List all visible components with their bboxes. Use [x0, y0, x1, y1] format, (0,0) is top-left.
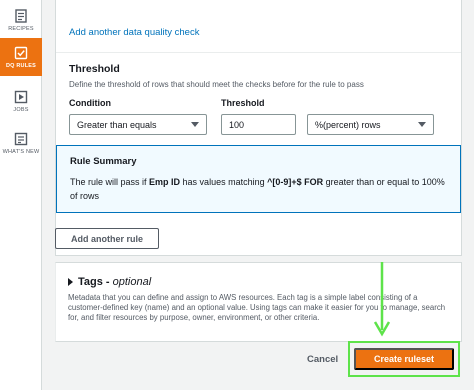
sidebar-item-recipes[interactable]: RECIPES: [0, 6, 42, 36]
condition-value: Greater than equals: [77, 119, 157, 130]
tags-optional: optional: [112, 276, 152, 288]
whats-new-icon: [14, 132, 28, 146]
condition-label: Condition: [69, 98, 111, 108]
summary-pattern: ^[0-9]+$: [267, 177, 302, 187]
threshold-description: Define the threshold of rows that should…: [69, 80, 364, 89]
rule-summary-text: The rule will pass if Emp ID has values …: [70, 175, 450, 203]
threshold-unit-select[interactable]: %(percent) rows: [307, 114, 434, 135]
sidebar-item-jobs[interactable]: JOBS: [0, 90, 42, 120]
threshold-label: Threshold: [221, 98, 265, 108]
recipes-icon: [15, 9, 27, 23]
summary-mid: has values matching: [180, 177, 268, 187]
chevron-down-icon: [191, 122, 199, 127]
summary-column: Emp ID: [149, 177, 181, 187]
divider: [56, 52, 461, 53]
rule-panel: Add another data quality check Threshold…: [55, 0, 462, 256]
create-ruleset-highlight: Create ruleset: [348, 341, 460, 377]
sidebar-item-dq-rules[interactable]: DQ RULES: [0, 38, 42, 76]
sidebar-item-label: RECIPES: [8, 26, 34, 32]
rule-summary: Rule Summary The rule will pass if Emp I…: [56, 145, 461, 213]
caret-right-icon: [68, 278, 73, 286]
threshold-value: 100: [229, 119, 245, 130]
threshold-unit-value: %(percent) rows: [315, 119, 381, 130]
add-another-rule-button[interactable]: Add another rule: [55, 228, 159, 249]
tags-description: Metadata that you can define and assign …: [68, 293, 446, 322]
tags-title: Tags - optional: [78, 276, 151, 288]
tags-expander[interactable]: Tags - optional: [68, 276, 151, 288]
highlight-arrow-icon: [373, 262, 391, 337]
add-data-quality-check-link[interactable]: Add another data quality check: [69, 27, 199, 38]
tags-panel: Tags - optional Metadata that you can de…: [55, 262, 462, 342]
sidebar: RECIPES DQ RULES JOBS WHAT'S NEW: [0, 0, 42, 390]
condition-select[interactable]: Greater than equals: [69, 114, 207, 135]
summary-prefix: The rule will pass if: [70, 177, 150, 187]
sidebar-item-label: JOBS: [13, 107, 29, 113]
tags-title-text: Tags -: [78, 276, 113, 288]
threshold-input[interactable]: 100: [221, 114, 296, 135]
sidebar-item-label: WHAT'S NEW: [2, 149, 40, 155]
threshold-title: Threshold: [69, 63, 120, 75]
sidebar-item-label: DQ RULES: [5, 63, 37, 69]
chevron-down-icon: [418, 122, 426, 127]
cancel-button[interactable]: Cancel: [307, 354, 338, 365]
dq-rules-icon: [14, 46, 28, 60]
sidebar-item-whats-new[interactable]: WHAT'S NEW: [0, 132, 42, 162]
jobs-icon: [14, 90, 28, 104]
rule-summary-title: Rule Summary: [70, 156, 137, 167]
create-ruleset-button[interactable]: Create ruleset: [354, 348, 454, 370]
summary-keyword: FOR: [304, 177, 324, 187]
